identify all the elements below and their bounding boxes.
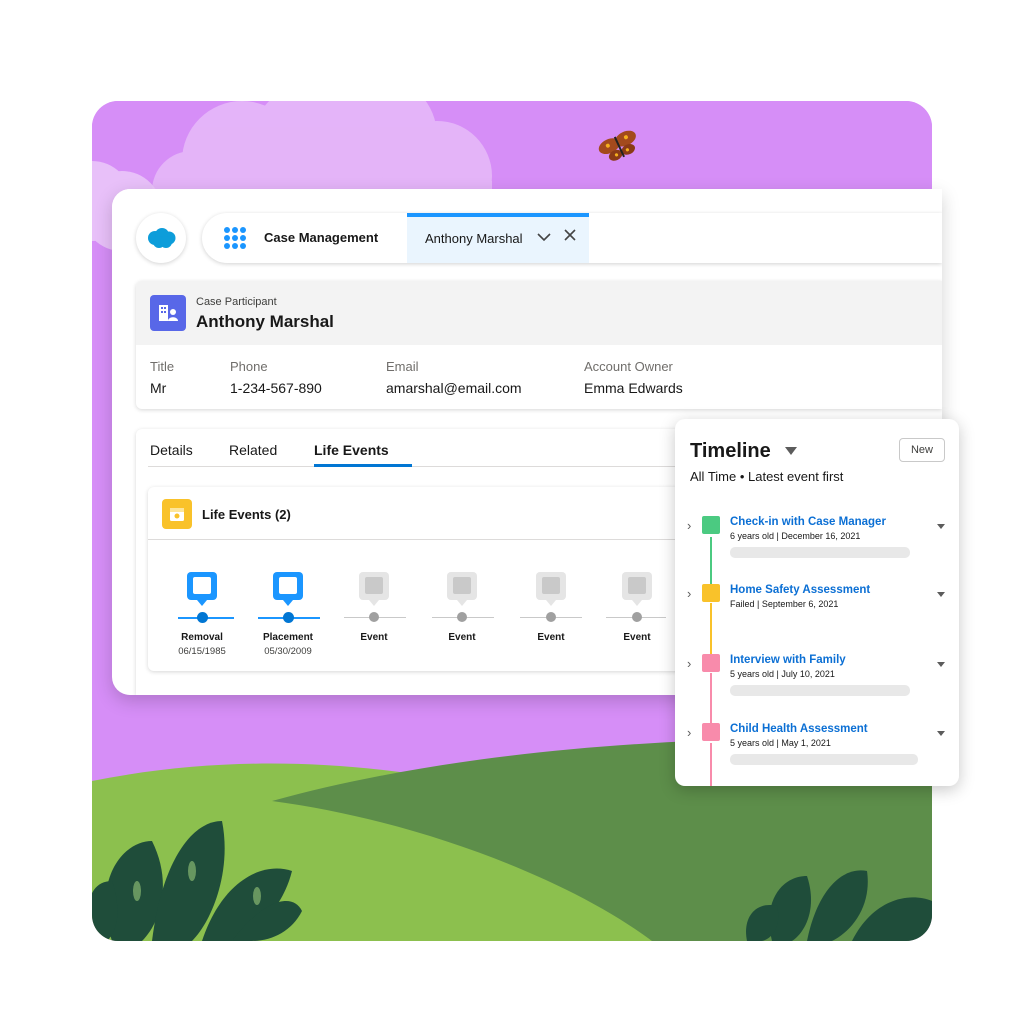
event-date: 05/30/2009 [264, 646, 312, 657]
timeline-panel: Timeline New All Time • Latest event fir… [675, 419, 959, 786]
timeline-item-title[interactable]: Child Health Assessment [730, 723, 868, 735]
timeline-item-meta: 5 years old | May 1, 2021 [730, 738, 831, 748]
life-events-card: Life Events (2) Removal 06/15/1985 Place… [148, 487, 708, 671]
timeline-item-meta: 5 years old | July 10, 2021 [730, 669, 835, 679]
record-name: Anthony Marshal [196, 312, 334, 331]
tab-details[interactable]: Details [150, 442, 193, 458]
field-value[interactable]: amarshal@email.com [386, 380, 522, 396]
app-launcher-icon[interactable] [224, 227, 246, 249]
event-label: Removal [181, 632, 223, 643]
life-event-placeholder[interactable]: Event [337, 571, 411, 643]
divider [148, 539, 708, 540]
cloud-icon [148, 228, 176, 248]
life-event-placeholder[interactable]: Event [425, 571, 499, 643]
field-label: Email [386, 359, 419, 374]
tab-related[interactable]: Related [229, 442, 277, 458]
chevron-right-icon[interactable]: › [687, 656, 691, 671]
field-title: Title Mr [150, 359, 174, 396]
tab-life-events[interactable]: Life Events [314, 442, 389, 458]
timeline-item-title[interactable]: Check-in with Case Manager [730, 516, 886, 528]
life-event-removal[interactable]: Removal 06/15/1985 [165, 571, 239, 657]
caret-down-icon[interactable] [785, 447, 797, 455]
field-label: Phone [230, 359, 268, 374]
life-event-placement[interactable]: Placement 05/30/2009 [251, 571, 325, 657]
timeline-filter: All Time • Latest event first [690, 469, 844, 484]
workspace-tab-label: Anthony Marshal [425, 231, 523, 246]
item-menu-icon[interactable] [934, 587, 948, 601]
field-label: Title [150, 359, 175, 374]
event-label: Event [623, 632, 651, 643]
event-marker-icon [447, 572, 477, 606]
case-participant-icon [150, 295, 186, 331]
timeline-item-title[interactable]: Interview with Family [730, 654, 846, 666]
field-phone: Phone 1-234-567-890 [230, 359, 322, 396]
chevron-right-icon[interactable]: › [687, 586, 691, 601]
record-type: Case Participant [196, 296, 277, 308]
timeline-item-title[interactable]: Home Safety Assessment [730, 584, 870, 596]
event-marker-icon [359, 572, 389, 606]
health-assessment-icon [702, 723, 720, 741]
interview-icon [702, 654, 720, 672]
field-label: Account Owner [584, 359, 673, 374]
workspace-tab[interactable]: Anthony Marshal [407, 213, 589, 263]
nav-bar: Case Management Anthony Marshal [202, 213, 942, 263]
field-email: Email amarshal@email.com [386, 359, 522, 396]
chevron-right-icon[interactable]: › [687, 725, 691, 740]
event-dot [632, 612, 642, 622]
life-event-placeholder[interactable]: Event [600, 571, 674, 643]
placeholder-bar [730, 547, 910, 558]
field-account-owner: Account Owner Emma Edwards [584, 359, 683, 396]
placeholder-bar [730, 754, 918, 765]
life-events-title: Life Events (2) [202, 507, 291, 522]
record-header-top: Case Participant Anthony Marshal [136, 281, 942, 345]
check-icon [283, 612, 294, 623]
chevron-right-icon[interactable]: › [687, 518, 691, 533]
item-menu-icon[interactable] [934, 657, 948, 671]
timeline-item-meta: Failed | September 6, 2021 [730, 599, 839, 609]
event-dot [369, 612, 379, 622]
field-value: Mr [150, 380, 167, 396]
event-dot [546, 612, 556, 622]
placeholder-bar [730, 685, 910, 696]
task-icon [702, 516, 720, 534]
timeline-item-meta: 6 years old | December 16, 2021 [730, 531, 861, 541]
timeline-title: Timeline [690, 440, 771, 462]
record-header: Case Participant Anthony Marshal Title M… [136, 281, 942, 409]
event-marker-icon [187, 572, 217, 606]
event-label: Event [537, 632, 565, 643]
event-label: Event [360, 632, 388, 643]
calendar-icon [162, 499, 192, 529]
timeline-connector [710, 603, 712, 657]
salesforce-logo[interactable] [136, 213, 186, 263]
event-marker-icon [536, 572, 566, 606]
event-marker-icon [273, 572, 303, 606]
timeline-connector [710, 673, 712, 727]
event-dot [457, 612, 467, 622]
event-label: Placement [262, 632, 314, 643]
check-icon [197, 612, 208, 623]
item-menu-icon[interactable] [934, 726, 948, 740]
event-date: 06/15/1985 [178, 646, 226, 657]
life-event-placeholder[interactable]: Event [514, 571, 588, 643]
field-value[interactable]: Emma Edwards [584, 380, 683, 396]
new-button[interactable]: New [899, 438, 945, 462]
event-marker-icon [622, 572, 652, 606]
global-header: Case Management Anthony Marshal [112, 189, 942, 279]
item-menu-icon[interactable] [934, 519, 948, 533]
app-name: Case Management [264, 230, 379, 245]
assessment-icon [702, 584, 720, 602]
event-label: Event [448, 632, 476, 643]
field-value[interactable]: 1-234-567-890 [230, 380, 322, 396]
tab-bar: Details Related Life Events [148, 429, 748, 467]
timeline-connector [710, 743, 712, 786]
chevron-down-icon[interactable] [537, 231, 551, 245]
close-icon[interactable] [564, 228, 576, 246]
active-tab-indicator [314, 464, 412, 467]
